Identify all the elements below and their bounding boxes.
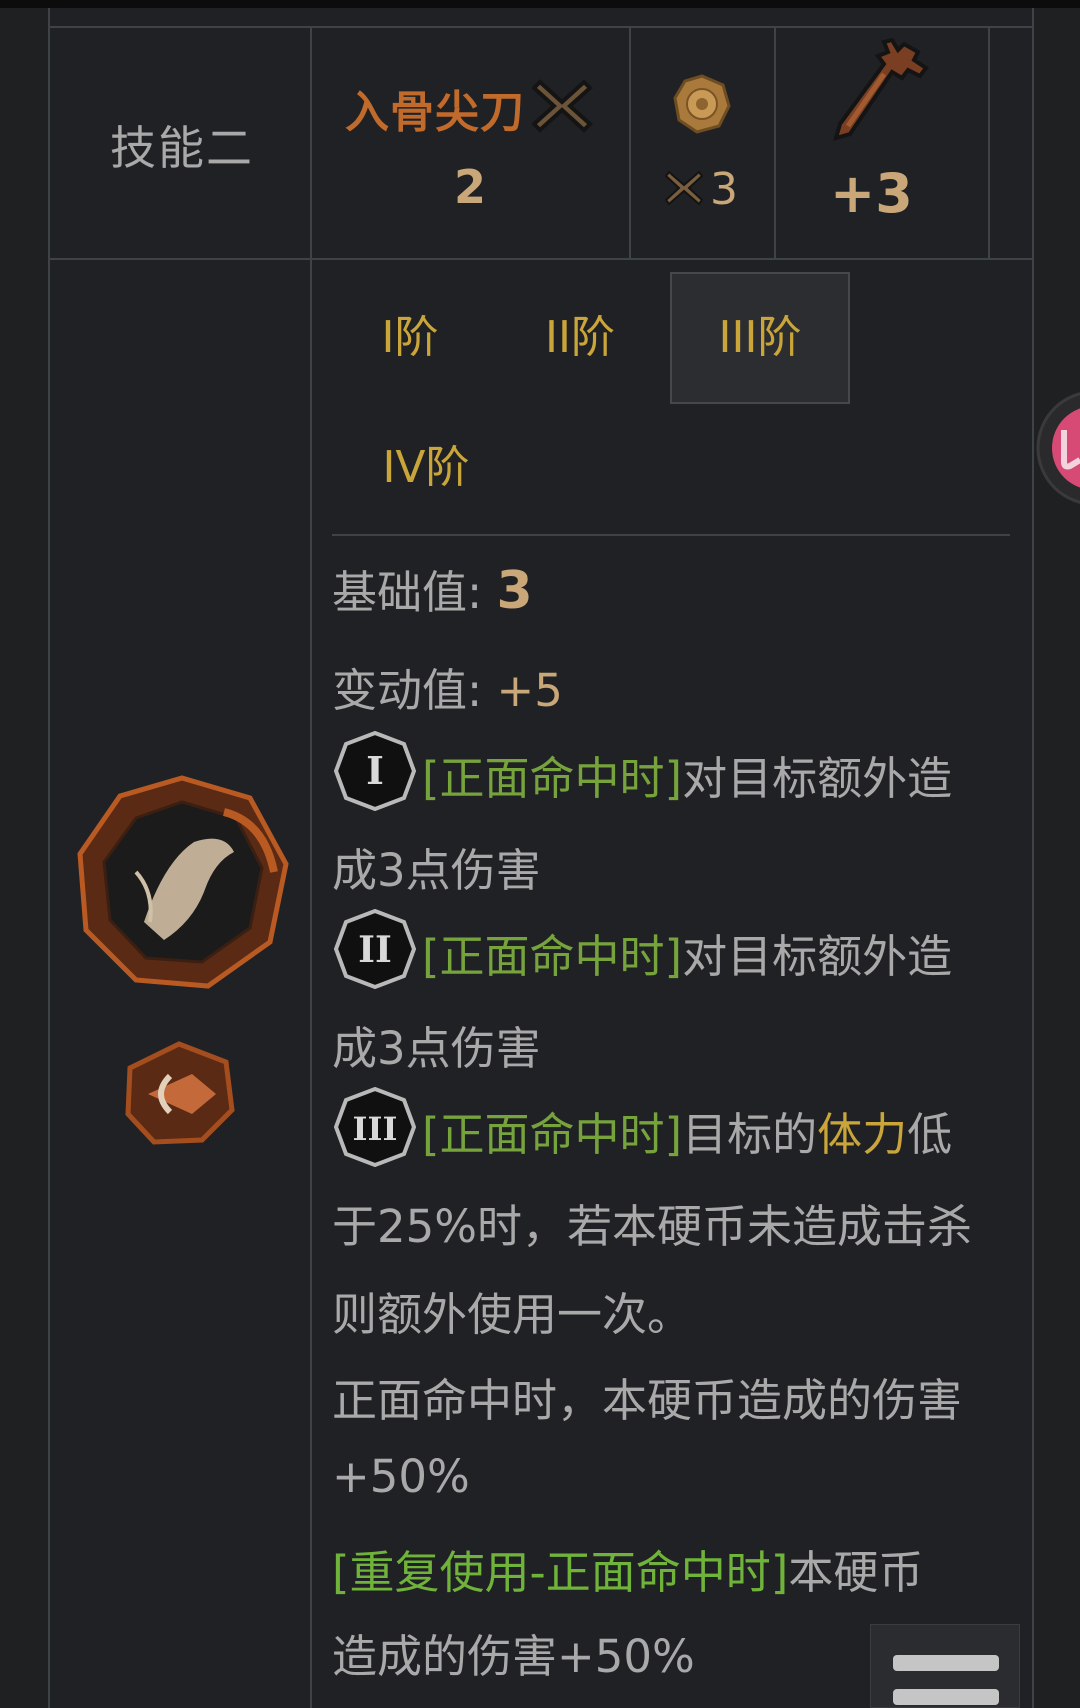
- coin-tier-3-icon: III: [334, 1086, 416, 1168]
- hamburger-menu-icon[interactable]: [870, 1624, 1020, 1708]
- skill-name: 入骨尖刀: [345, 87, 525, 138]
- coin-3-repeat-line-1: [重复使用-正面命中时]本硬币: [332, 1536, 923, 1601]
- coin-1-text: 对目标额外造: [682, 752, 953, 805]
- coin-2-effect-line-2: 成3点伤害: [332, 1022, 541, 1075]
- coin-3-effect-line-1: [正面命中时]目标的体力低: [422, 1098, 952, 1163]
- tab-tier-3[interactable]: III阶: [670, 272, 850, 404]
- pink-floating-tab-icon[interactable]: [1034, 388, 1080, 508]
- coin-1-trigger: [正面命中时]: [422, 752, 683, 805]
- coin-1-effect-line-1: [正面命中时]对目标额外造: [422, 742, 952, 807]
- tab-tier-4[interactable]: IV阶: [338, 404, 514, 532]
- coin-2-text: 对目标额外造: [682, 930, 953, 983]
- coin-3-keyword: 体力: [817, 1108, 908, 1161]
- coin-tier-2-numeral: II: [358, 929, 392, 971]
- coin-tier-1-icon: I: [334, 730, 416, 812]
- coin-tier-1-numeral: I: [366, 748, 384, 793]
- divider: [48, 258, 1032, 260]
- top-status-bar: [0, 0, 1080, 8]
- coin-icon: [673, 74, 731, 134]
- slash-skill-emblem-icon: [77, 775, 289, 989]
- base-value: 3: [496, 561, 533, 621]
- menu-bar: [893, 1655, 999, 1671]
- coin-3-repeat-text: 本硬币: [788, 1546, 924, 1599]
- base-value-row: 基础值: 3: [332, 556, 533, 621]
- coin-3-trigger: [正面命中时]: [422, 1108, 683, 1161]
- coin-3-text-post: 低: [907, 1108, 953, 1161]
- coin-tier-3-numeral: III: [353, 1110, 398, 1148]
- divider: [629, 26, 631, 258]
- coin-multiplier: 3: [710, 164, 738, 215]
- coin-tier-2-icon: II: [334, 908, 416, 990]
- tab-tier-2[interactable]: II阶: [508, 274, 652, 402]
- skill-slot-label: 技能二: [110, 121, 254, 175]
- coin-3-repeat-trigger: [重复使用-正面命中时]: [332, 1546, 789, 1599]
- x-mark-icon: [665, 170, 703, 206]
- x-mark-icon: [532, 79, 593, 133]
- coin-3-effect-line-3: 则额外使用一次。: [332, 1288, 693, 1341]
- skill-count: 2: [453, 160, 486, 214]
- coin-2-effect-line-1: [正面命中时]对目标额外造: [422, 920, 952, 985]
- tab-tier-1[interactable]: I阶: [338, 274, 482, 402]
- divider: [310, 26, 312, 1708]
- coin-3-effect-line-5: +50%: [332, 1450, 470, 1503]
- coin-3-text-pre: 目标的: [682, 1108, 818, 1161]
- variance-label: 变动值:: [332, 664, 483, 717]
- dagger-icon: [833, 38, 929, 141]
- base-value-label: 基础值:: [332, 566, 483, 619]
- coin-3-effect-line-4: 正面命中时，本硬币造成的伤害: [332, 1374, 963, 1427]
- variance-row: 变动值: +5: [332, 654, 563, 719]
- coin-3-effect-line-2: 于25%时，若本硬币未造成击杀: [332, 1200, 973, 1253]
- pierce-attack-type-icon: [125, 1041, 235, 1145]
- variance-value: +5: [496, 664, 563, 717]
- coin-2-trigger: [正面命中时]: [422, 930, 683, 983]
- divider: [988, 26, 990, 258]
- skill-power: +3: [830, 162, 913, 225]
- divider: [774, 26, 776, 258]
- divider: [48, 26, 1032, 28]
- divider: [332, 534, 1010, 536]
- coin-3-repeat-line-2: 造成的伤害+50%: [332, 1630, 695, 1683]
- coin-1-effect-line-2: 成3点伤害: [332, 844, 541, 897]
- menu-bar: [893, 1689, 999, 1705]
